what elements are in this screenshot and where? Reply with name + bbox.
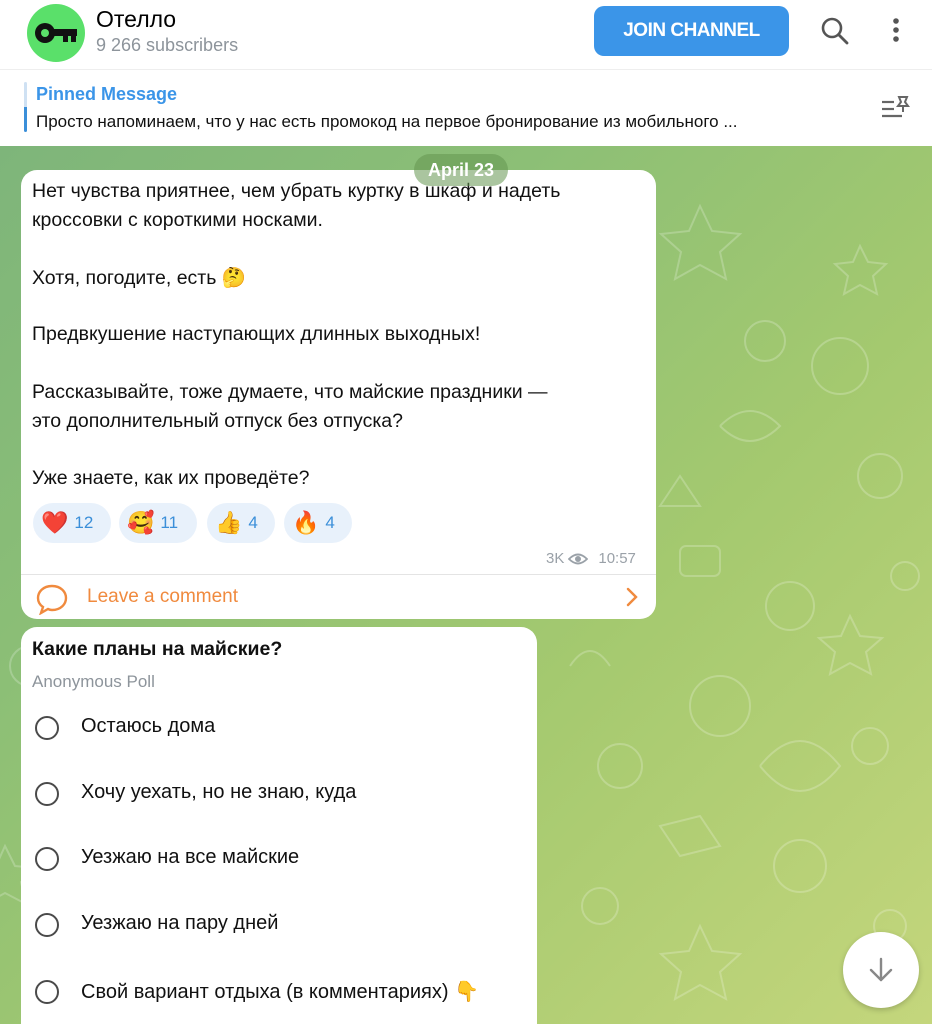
chat-area[interactable]: Нет чувства приятнее, чем убрать куртку … xyxy=(0,146,932,1024)
join-channel-button[interactable]: JOIN CHANNEL xyxy=(594,6,789,56)
message-text-line: Рассказывайте, тоже думаете, что майские… xyxy=(32,381,548,403)
key-icon xyxy=(35,23,77,43)
subscriber-count: 9 266 subscribers xyxy=(96,35,239,55)
message-time: 10:57 xyxy=(598,550,636,567)
reaction-thumbs-up[interactable]: 👍 4 xyxy=(207,503,275,543)
poll-option-label: Уезжаю на все майские xyxy=(81,846,300,868)
poll-option-label: Уезжаю на пару дней xyxy=(81,912,279,934)
arrow-down-icon xyxy=(869,957,893,982)
poll-option[interactable]: Свой вариант отдыха (в комментариях) 👇 xyxy=(21,966,537,1016)
leave-comment-label: Leave a comment xyxy=(87,586,239,607)
channel-avatar[interactable] xyxy=(27,4,85,62)
poll-bubble: Какие планы на майские? Anonymous Poll О… xyxy=(21,627,537,1024)
reaction-fire[interactable]: 🔥 4 xyxy=(284,503,352,543)
radio-icon xyxy=(35,980,59,1004)
message-text-line: Уже знаете, как их проведёте? xyxy=(32,467,310,489)
scroll-down-button[interactable] xyxy=(843,932,919,1008)
view-count: 3K xyxy=(546,550,565,567)
pinned-text: Просто напоминаем, что у нас есть промок… xyxy=(36,112,738,131)
thumbs-up-reaction-icon: 👍 xyxy=(215,510,243,536)
reaction-heart[interactable]: ❤️ 12 xyxy=(33,503,111,543)
poll-option[interactable]: Уезжаю на пару дней xyxy=(21,899,537,949)
radio-icon xyxy=(35,782,59,806)
message-meta: 3K 10:57 xyxy=(546,550,636,567)
message-text-line: это дополнительный отпуск без отпуска? xyxy=(32,410,403,432)
search-icon[interactable] xyxy=(820,16,850,51)
poll-option[interactable]: Уезжаю на все майские xyxy=(21,833,537,883)
message-bubble[interactable]: Нет чувства приятнее, чем убрать куртку … xyxy=(21,170,656,619)
radio-icon xyxy=(35,716,59,740)
heart-reaction-icon: ❤️ xyxy=(41,510,69,536)
radio-icon xyxy=(35,913,59,937)
comment-bubble-icon xyxy=(36,584,68,615)
poll-option[interactable]: Хочу уехать, но не знаю, куда xyxy=(21,768,537,818)
reaction-count: 4 xyxy=(325,513,335,532)
poll-option[interactable]: Остаюсь дома xyxy=(21,702,537,752)
leave-comment-button[interactable]: Leave a comment xyxy=(21,575,656,619)
message-text-line: Предвкушение наступающих длинных выходны… xyxy=(32,323,481,345)
love-face-reaction-icon: 🥰 xyxy=(127,510,155,536)
poll-option-label: Остаюсь дома xyxy=(81,715,216,737)
pinned-title: Pinned Message xyxy=(36,84,178,104)
eye-icon xyxy=(568,553,589,564)
pinned-message-bar[interactable]: Pinned Message Просто напоминаем, что у … xyxy=(0,69,932,147)
poll-option-label: Свой вариант отдыха (в комментариях) 👇 xyxy=(81,981,479,1003)
pin-list-icon[interactable] xyxy=(880,94,912,127)
radio-icon xyxy=(35,847,59,871)
fire-reaction-icon: 🔥 xyxy=(292,510,320,536)
reaction-count: 12 xyxy=(74,513,94,532)
poll-option-label: Хочу уехать, но не знаю, куда xyxy=(81,781,357,803)
poll-type: Anonymous Poll xyxy=(32,672,155,691)
message-text-line: Хотя, погодите, есть 🤔 xyxy=(32,267,247,289)
chevron-right-icon xyxy=(626,587,638,607)
channel-header: Отелло 9 266 subscribers JOIN CHANNEL xyxy=(0,0,932,68)
channel-title[interactable]: Отелло xyxy=(96,6,176,33)
reaction-love-face[interactable]: 🥰 11 xyxy=(119,503,197,543)
reaction-count: 11 xyxy=(160,513,179,532)
poll-question: Какие планы на майские? xyxy=(32,638,283,660)
date-separator: April 23 xyxy=(414,154,508,186)
reaction-count: 4 xyxy=(248,513,258,532)
message-text-line: кроссовки с короткими носками. xyxy=(32,209,323,231)
pinned-indicator xyxy=(24,82,27,132)
more-vertical-icon[interactable] xyxy=(886,16,906,51)
